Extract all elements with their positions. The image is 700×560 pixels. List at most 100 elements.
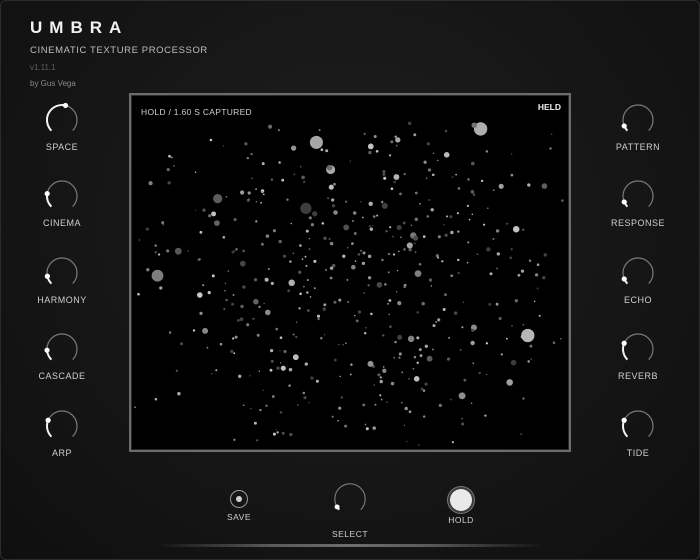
knob-response[interactable]: RESPONSE [593,178,683,238]
particle [283,350,287,353]
particle [225,298,228,302]
knob-label-harmony: HARMONY [37,295,87,305]
particle [402,221,406,225]
particle [199,311,203,316]
reverb-knob-dial[interactable] [620,331,656,367]
knob-label-echo: ECHO [623,295,652,305]
particle [428,198,431,202]
particle [357,253,361,256]
particle [499,317,502,320]
particle [246,323,250,327]
echo-knob-dial[interactable] [620,255,656,291]
particle [511,324,513,327]
response-knob-dial[interactable] [620,178,656,214]
knob-cascade[interactable]: CASCADE [17,331,107,391]
particle [233,438,236,441]
particle [238,374,242,378]
particle [262,193,265,196]
cinema-knob-dial[interactable] [44,178,80,214]
particle [414,243,416,245]
arp-knob-dial[interactable] [44,408,80,444]
particle [222,145,225,147]
particle [367,360,374,367]
particle [354,260,357,262]
knob-harmony[interactable]: HARMONY [17,255,107,315]
knob-echo[interactable]: ECHO [593,255,683,315]
particle [239,260,246,267]
particle [351,264,356,270]
knob-space[interactable]: SPACE [17,102,107,162]
particle-display[interactable]: HOLD / 1.60 S CAPTURED HELD [129,93,571,452]
particle [510,173,514,177]
particle [559,338,562,340]
particle [211,372,213,375]
hold-button[interactable] [450,489,472,511]
particle [275,327,279,331]
cascade-knob-dial[interactable] [44,331,80,367]
particle [174,247,182,255]
particle [338,406,342,410]
particle [297,404,299,406]
particle [242,285,246,289]
particle [450,230,454,235]
particle [396,269,399,272]
particle [253,278,258,282]
particle [342,343,345,346]
particle [527,183,531,187]
particle [362,251,366,255]
harmony-knob-dial[interactable] [44,255,80,291]
particle [397,250,400,253]
select-control[interactable]: SELECT [325,481,375,539]
particle [398,352,402,356]
particle [388,299,392,302]
save-control[interactable]: SAVE [220,490,258,522]
particle [367,143,374,150]
particle [530,358,532,360]
particle [202,208,206,212]
particle [428,278,433,282]
particle [328,237,331,241]
knob-cinema[interactable]: CINEMA [17,178,107,238]
particle [467,241,470,244]
particle [373,384,376,386]
particle [252,317,255,320]
save-button[interactable] [230,490,248,508]
particle [420,387,424,391]
particle [169,331,172,334]
particle [232,337,235,340]
tide-knob-dial[interactable] [620,408,656,444]
pattern-knob-dial[interactable] [620,102,656,138]
particle [379,376,383,379]
particle [467,178,470,181]
particle [329,276,333,280]
knob-reverb[interactable]: REVERB [593,331,683,391]
held-badge: HELD [537,102,561,112]
particle [423,160,427,164]
particle [368,224,371,228]
hold-control[interactable]: HOLD [441,489,481,525]
particle [427,168,432,172]
particle [303,286,305,288]
particle [397,334,403,340]
particle [472,362,475,364]
particle [290,222,292,225]
particle [206,346,209,349]
particle [399,192,402,196]
particle [461,422,465,426]
bottom-scrollbar[interactable] [155,544,545,547]
select-knob-dial[interactable] [332,481,368,517]
knob-tide[interactable]: TIDE [593,408,683,468]
particle [233,352,236,355]
knob-arp[interactable]: ARP [17,408,107,468]
particle [324,334,326,336]
particle [370,312,373,316]
particle [406,440,408,443]
knob-pattern[interactable]: PATTERN [593,102,683,162]
particle [511,153,513,155]
particle [466,204,470,208]
space-knob-dial[interactable] [44,102,80,138]
particle [272,432,276,436]
particle [333,182,336,186]
particle [387,302,390,305]
particle [275,428,277,431]
